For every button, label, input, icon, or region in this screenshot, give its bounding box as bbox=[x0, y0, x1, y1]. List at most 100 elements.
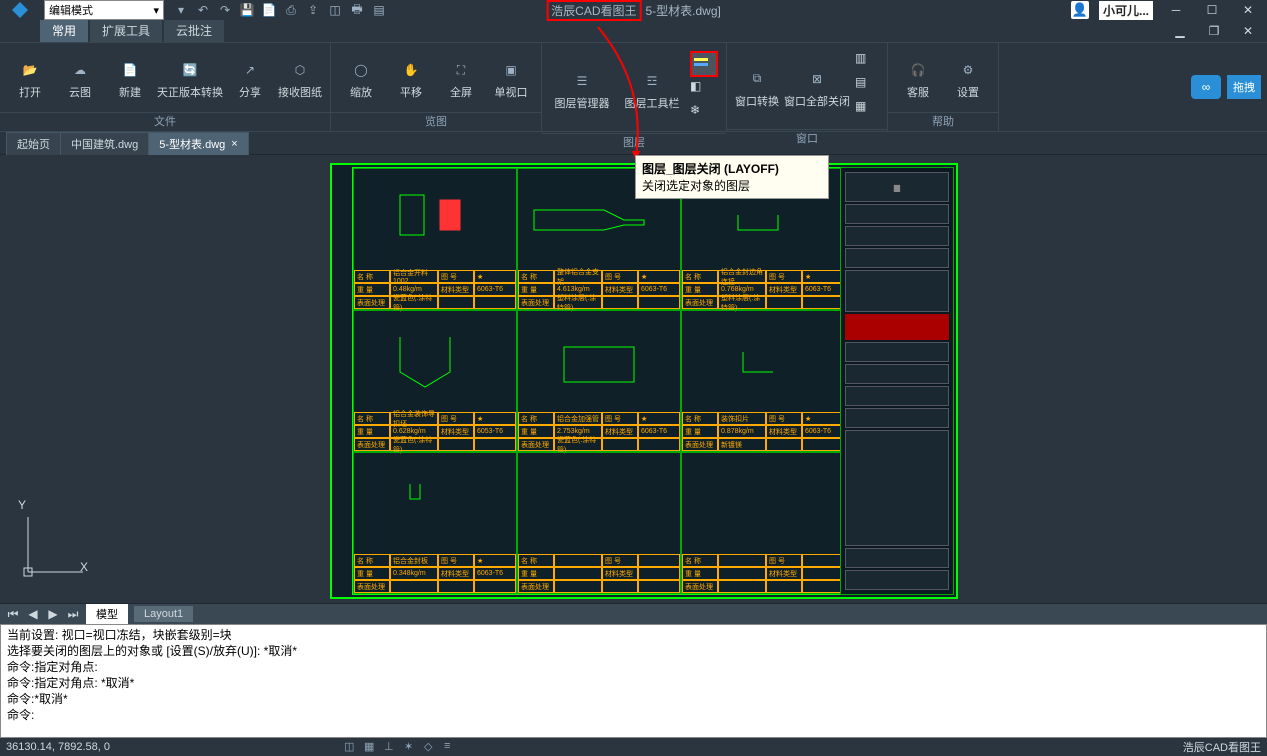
receive-icon: ⬡ bbox=[286, 56, 314, 84]
window-closeall-button[interactable]: ⊠窗口全部关闭 bbox=[783, 65, 851, 108]
layout-prev-icon[interactable]: ◀ bbox=[26, 607, 40, 621]
tab-extend[interactable]: 扩展工具 bbox=[90, 19, 162, 42]
cloud-sync-button[interactable]: ∞ bbox=[1191, 75, 1221, 99]
chevron-down-icon: ▾ bbox=[153, 4, 159, 17]
snap-toggle[interactable]: ◫ bbox=[344, 740, 358, 754]
user-avatar-icon[interactable]: 👤 bbox=[1071, 1, 1089, 19]
titlebar-right: 👤 小可儿... ─ ☐ ✕ bbox=[1071, 1, 1261, 20]
doctab-start[interactable]: 起始页 bbox=[6, 132, 61, 155]
layout-next-icon[interactable]: ▶ bbox=[46, 607, 60, 621]
print-icon[interactable]: 🖶 bbox=[350, 3, 364, 17]
single-viewport-button[interactable]: ▣单视口 bbox=[487, 56, 535, 99]
osnap-toggle[interactable]: ◇ bbox=[424, 740, 438, 754]
close-all-icon: ⊠ bbox=[803, 65, 831, 93]
layer-freeze-button[interactable]: ❄ bbox=[690, 103, 714, 125]
cloud-button[interactable]: ☁云图 bbox=[56, 56, 104, 99]
user-name[interactable]: 小可儿... bbox=[1099, 1, 1153, 20]
tile-v-button[interactable]: ▦ bbox=[855, 99, 879, 121]
grid-toggle[interactable]: ▦ bbox=[364, 740, 378, 754]
fullscreen-button[interactable]: ⛶全屏 bbox=[437, 56, 485, 99]
batch-icon[interactable]: ▤ bbox=[372, 3, 386, 17]
doctab-profile[interactable]: 5-型材表.dwg× bbox=[148, 132, 248, 155]
export-icon[interactable]: ⇪ bbox=[306, 3, 320, 17]
tab-common[interactable]: 常用 bbox=[40, 19, 88, 42]
layer-small-buttons: ◧ ❄ bbox=[688, 47, 720, 129]
ortho-toggle[interactable]: ⊥ bbox=[384, 740, 398, 754]
mdi-restore[interactable]: ❐ bbox=[1201, 22, 1227, 40]
drag-tab[interactable]: 拖拽 bbox=[1227, 75, 1261, 99]
layer-manager-button[interactable]: ☰图层管理器 bbox=[548, 67, 616, 110]
mdi-controls: ▁ ❐ ✕ bbox=[1167, 22, 1261, 40]
close-tab-icon[interactable]: × bbox=[231, 138, 237, 150]
receive-button[interactable]: ⬡接收图纸 bbox=[276, 56, 324, 99]
gear-icon: ⚙ bbox=[954, 56, 982, 84]
status-toggles: ◫ ▦ ⊥ ✶ ◇ ≡ bbox=[344, 740, 458, 754]
window-small-buttons: ▥ ▤ ▦ bbox=[853, 47, 881, 125]
ribbon-right: ∞ 拖拽 bbox=[1191, 43, 1267, 131]
close-button[interactable]: ✕ bbox=[1235, 1, 1261, 19]
service-button[interactable]: 🎧客服 bbox=[894, 56, 942, 99]
group-label-window: 窗口 bbox=[727, 129, 887, 148]
convert-icon: 🔄 bbox=[176, 56, 204, 84]
mdi-close[interactable]: ✕ bbox=[1235, 22, 1261, 40]
saveas-icon[interactable]: 📄 bbox=[262, 3, 276, 17]
cmd-line: 命令:指定对角点: *取消* bbox=[7, 675, 1260, 691]
doctab-china[interactable]: 中国建筑.dwg bbox=[60, 132, 149, 155]
layer-toolbar-button[interactable]: ☲图层工具栏 bbox=[618, 67, 686, 110]
polar-toggle[interactable]: ✶ bbox=[404, 740, 418, 754]
status-brand: 浩辰CAD看图王 bbox=[1183, 739, 1261, 755]
new-button[interactable]: 📄新建 bbox=[106, 56, 154, 99]
cascade-button[interactable]: ▥ bbox=[855, 51, 879, 73]
save-icon[interactable]: 💾 bbox=[240, 3, 254, 17]
layout-tab-model[interactable]: 模型 bbox=[86, 604, 128, 624]
convert-button[interactable]: 🔄天正版本转换 bbox=[156, 56, 224, 99]
open-button[interactable]: 📂打开 bbox=[6, 56, 54, 99]
maximize-button[interactable]: ☐ bbox=[1199, 1, 1225, 19]
preview-icon[interactable]: ◫ bbox=[328, 3, 342, 17]
drawing-grid: 名 称铝合金开料1002图 号★ 重 量0.48kg/m材料类型6063-T6 … bbox=[352, 167, 846, 595]
app-logo bbox=[0, 0, 40, 20]
window-switch-button[interactable]: ⧉窗口转换 bbox=[733, 65, 781, 108]
cloud-icon: ☁ bbox=[66, 56, 94, 84]
share-button[interactable]: ↗分享 bbox=[226, 56, 274, 99]
plot-icon[interactable]: ⎙ bbox=[284, 3, 298, 17]
group-label-help: 帮助 bbox=[888, 112, 998, 131]
layer-off-button[interactable] bbox=[690, 51, 718, 77]
app-name-highlight: 浩辰CAD看图王 bbox=[546, 0, 641, 21]
settings-button[interactable]: ⚙设置 bbox=[944, 56, 992, 99]
coords-readout: 36130.14, 7892.58, 0 bbox=[6, 741, 110, 753]
pan-button[interactable]: ✋平移 bbox=[387, 56, 435, 99]
company-logo: ▆ bbox=[845, 172, 949, 202]
lwt-toggle[interactable]: ≡ bbox=[444, 740, 458, 754]
cmd-line: 当前设置: 视口=视口冻结，块嵌套级别=块 bbox=[7, 627, 1260, 643]
group-label-layer: 图层 bbox=[542, 133, 726, 152]
command-window[interactable]: 当前设置: 视口=视口冻结，块嵌套级别=块 选择要关闭的图层上的对象或 [设置(… bbox=[0, 624, 1267, 738]
layer-isolate-button[interactable]: ◧ bbox=[690, 79, 714, 101]
mdi-minimize[interactable]: ▁ bbox=[1167, 22, 1193, 40]
new-file-icon: 📄 bbox=[116, 56, 144, 84]
group-label-view: 览图 bbox=[331, 112, 541, 131]
folder-open-icon: 📂 bbox=[16, 56, 44, 84]
tile-h-button[interactable]: ▤ bbox=[855, 75, 879, 97]
minimize-button[interactable]: ─ bbox=[1163, 1, 1189, 19]
mode-combo[interactable]: 编辑模式 ▾ bbox=[44, 0, 164, 20]
ribbon-group-layer: ☰图层管理器 ☲图层工具栏 ◧ ❄ 图层 bbox=[542, 43, 727, 131]
layout-last-icon[interactable]: ⏭ bbox=[66, 607, 80, 621]
zoom-button[interactable]: ◯缩放 bbox=[337, 56, 385, 99]
ribbon: 📂打开 ☁云图 📄新建 🔄天正版本转换 ↗分享 ⬡接收图纸 文件 ◯缩放 ✋平移… bbox=[0, 42, 1267, 132]
status-bar: 36130.14, 7892.58, 0 ◫ ▦ ⊥ ✶ ◇ ≡ 浩辰CAD看图… bbox=[0, 738, 1267, 756]
cell-r1c1: 名 称铝合金开料1002图 号★ 重 量0.48kg/m材料类型6063-T6 … bbox=[353, 168, 517, 310]
cell-r3c3: 名 称图 号 重 量材料类型 表面处理 bbox=[681, 452, 845, 594]
qat-dropdown-icon[interactable]: ▾ bbox=[174, 3, 188, 17]
cell-r3c1: 名 称铝合金封板图 号★ 重 量0.348kg/m材料类型6063-T6 表面处… bbox=[353, 452, 517, 594]
drawing-canvas[interactable]: 图层_图层关闭 (LAYOFF) 关闭选定对象的图层 名 称铝合金开料1002图… bbox=[0, 155, 1267, 603]
cell-r2c2: 名 称铝合金加强管图 号★ 重 量2.753kg/m材料类型6063-T6 表面… bbox=[517, 310, 681, 452]
tab-cloud-annot[interactable]: 云批注 bbox=[164, 19, 224, 42]
mode-value: 编辑模式 bbox=[49, 2, 93, 18]
undo-icon[interactable]: ↶ bbox=[196, 3, 210, 17]
layout-first-icon[interactable]: ⏮ bbox=[6, 607, 20, 621]
headset-icon: 🎧 bbox=[904, 56, 932, 84]
layout-tab-1[interactable]: Layout1 bbox=[134, 606, 193, 622]
redo-icon[interactable]: ↷ bbox=[218, 3, 232, 17]
cell-r2c1: 名 称铝合金装饰导扣坯图 号★ 重 量0.628kg/m材料类型6053-T6 … bbox=[353, 310, 517, 452]
